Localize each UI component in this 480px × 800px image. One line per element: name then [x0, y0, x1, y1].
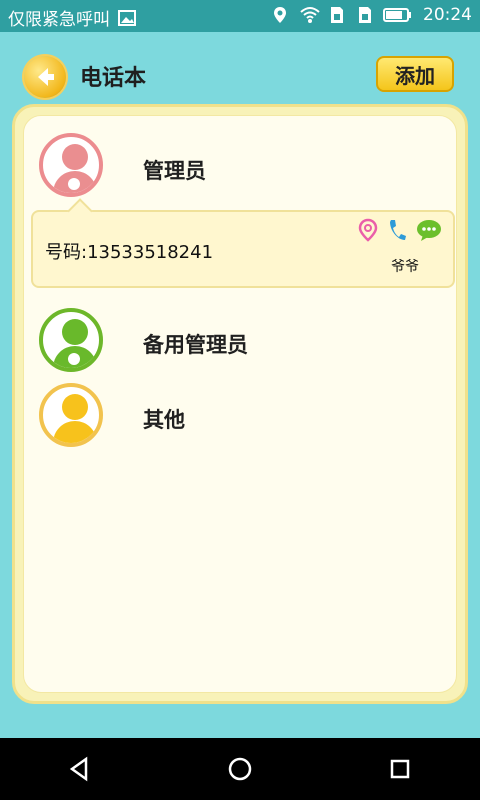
square-recent-icon — [390, 759, 410, 779]
battery-icon — [383, 6, 413, 24]
avatar-head — [62, 319, 88, 345]
backup-admin-avatar[interactable] — [39, 308, 103, 372]
group-label-admin[interactable]: 管理员 — [143, 155, 206, 185]
phonebook-panel: 管理员 号码:13533518241 爷爷 备用管理员 其他 — [12, 104, 468, 704]
admin-avatar[interactable] — [39, 133, 103, 197]
other-avatar[interactable] — [39, 383, 103, 447]
image-icon — [118, 9, 136, 27]
sim1-icon — [327, 6, 345, 24]
status-bar-right: 20:24 — [271, 5, 472, 25]
gear-icon — [68, 178, 80, 190]
location-pin-icon[interactable] — [357, 218, 379, 246]
status-time: 20:24 — [423, 5, 472, 25]
location-icon — [271, 6, 289, 24]
contact-actions — [357, 218, 443, 246]
message-icon[interactable] — [415, 218, 443, 246]
sim2-icon — [355, 6, 373, 24]
group-label-other[interactable]: 其他 — [143, 404, 185, 434]
navigation-bar — [0, 738, 480, 800]
add-button[interactable]: 添加 — [376, 56, 454, 92]
circle-home-icon — [228, 757, 252, 781]
status-bar: 仅限紧急呼叫 20:24 — [0, 0, 480, 32]
nav-home-button[interactable] — [220, 749, 260, 789]
back-button[interactable] — [24, 56, 66, 98]
nav-recent-button[interactable] — [380, 749, 420, 789]
back-arrow-icon — [38, 68, 54, 86]
group-label-backup-admin[interactable]: 备用管理员 — [143, 329, 248, 359]
contact-name: 爷爷 — [391, 259, 419, 275]
page-title: 电话本 — [80, 66, 147, 91]
nav-back-button[interactable] — [60, 749, 100, 789]
triangle-back-icon — [69, 756, 88, 782]
avatar-head — [62, 394, 88, 420]
gear-icon — [68, 353, 80, 365]
status-bar-left: 仅限紧急呼叫 — [8, 5, 136, 30]
header: 电话本 添加 — [0, 32, 480, 114]
phone-icon[interactable] — [387, 218, 407, 246]
status-text: 仅限紧急呼叫 — [8, 10, 110, 30]
contact-card[interactable]: 号码:13533518241 爷爷 — [31, 198, 455, 288]
contact-phone: 号码:13533518241 — [45, 242, 214, 263]
avatar-head — [62, 144, 88, 170]
wifi-icon — [299, 6, 320, 24]
